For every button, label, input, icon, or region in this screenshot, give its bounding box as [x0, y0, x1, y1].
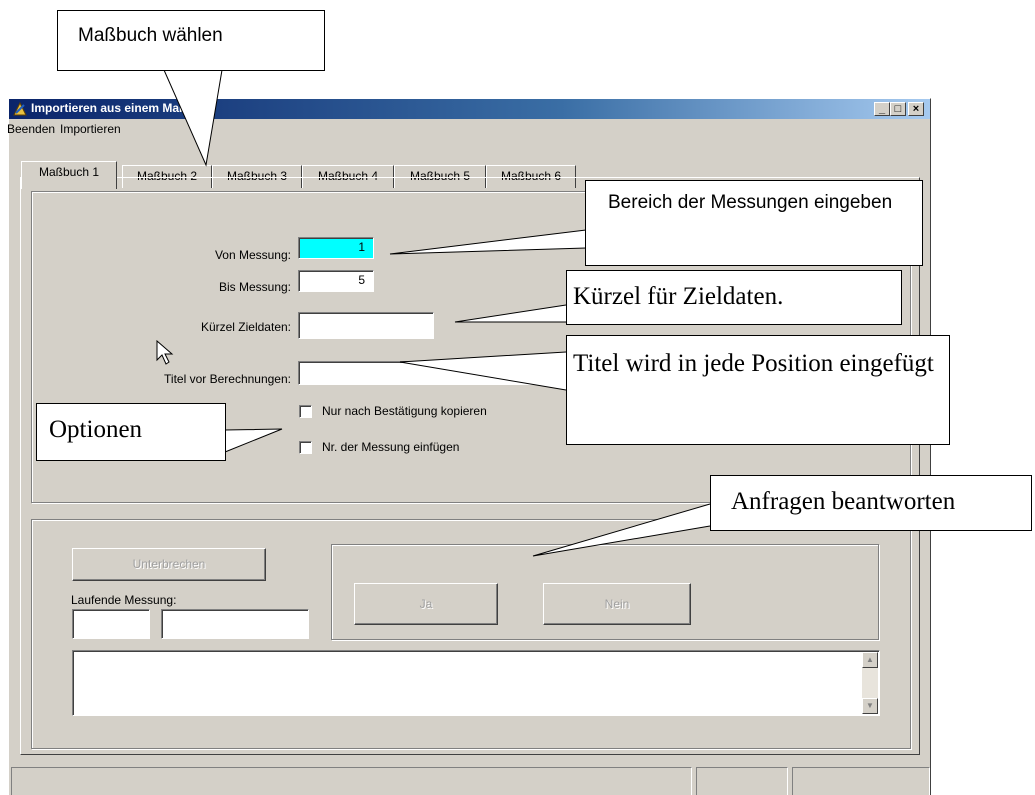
mouse-cursor-icon [156, 340, 174, 365]
kuerzel-zieldaten-label: Kürzel Zieldaten: [200, 320, 291, 334]
status-panel-3 [792, 767, 930, 795]
callout-kuerzel: Kürzel für Zieldaten. [566, 270, 902, 325]
messung-nr-checkbox[interactable] [299, 441, 312, 454]
callout-bereich: Bereich der Messungen eingeben [585, 180, 923, 266]
menu-beenden[interactable]: Beenden [7, 122, 55, 136]
bis-messung-input[interactable]: 5 [298, 270, 374, 292]
minimize-button[interactable]: _ [874, 102, 890, 116]
von-messung-label: Von Messung: [214, 248, 291, 262]
menu-importieren[interactable]: Importieren [60, 122, 121, 136]
title-bar[interactable]: Importieren aus einem Maßbuch _ □ × [9, 99, 930, 119]
callout-massbuch-waehlen-text: Maßbuch wählen [78, 25, 223, 46]
callout-massbuch-waehlen: Maßbuch wählen [57, 10, 325, 71]
titel-label: Titel vor Berechnungen: [164, 372, 291, 386]
nein-button[interactable]: Nein [543, 583, 691, 625]
messung-nr-label: Nr. der Messung einfügen [322, 440, 460, 454]
ja-button[interactable]: Ja [354, 583, 498, 625]
von-messung-input[interactable]: 1 [298, 237, 374, 259]
laufende-messung-label: Laufende Messung: [71, 593, 177, 607]
callout-optionen-text: Optionen [49, 416, 143, 443]
callout-anfragen-text: Anfragen beantworten [731, 488, 956, 515]
close-button[interactable]: × [908, 102, 924, 116]
bis-messung-label: Bis Messung: [218, 280, 291, 294]
callout-bereich-text: Bereich der Messungen eingeben [608, 192, 893, 213]
bestaetigung-label: Nur nach Bestätigung kopieren [322, 404, 487, 418]
callout-optionen: Optionen [36, 403, 226, 461]
callout-titel-text: Titel wird in jede Position eingefügt [573, 350, 934, 377]
laufende-messung-name-field [161, 609, 309, 639]
scroll-up-icon[interactable]: ▲ [862, 652, 878, 668]
scroll-down-icon[interactable]: ▼ [862, 698, 878, 714]
window-title: Importieren aus einem Maßbuch [31, 101, 216, 115]
bestaetigung-checkbox[interactable] [299, 405, 312, 418]
unterbrechen-button[interactable]: Unterbrechen [72, 548, 266, 581]
titel-input[interactable] [298, 361, 558, 385]
callout-anfragen: Anfragen beantworten [710, 475, 1032, 531]
log-textarea[interactable] [72, 650, 880, 716]
tab-massbuch-1[interactable]: Maßbuch 1 [21, 161, 117, 189]
status-panel-2 [696, 767, 788, 795]
kuerzel-zieldaten-input[interactable] [298, 312, 434, 339]
status-panel-main [11, 767, 692, 795]
maximize-button[interactable]: □ [890, 102, 906, 116]
app-icon [13, 101, 27, 116]
callout-titel: Titel wird in jede Position eingefügt [566, 335, 950, 445]
laufende-messung-nr-field [72, 609, 150, 639]
callout-kuerzel-text: Kürzel für Zieldaten. [573, 283, 784, 310]
menu-bar: Beenden Importieren [7, 120, 930, 139]
